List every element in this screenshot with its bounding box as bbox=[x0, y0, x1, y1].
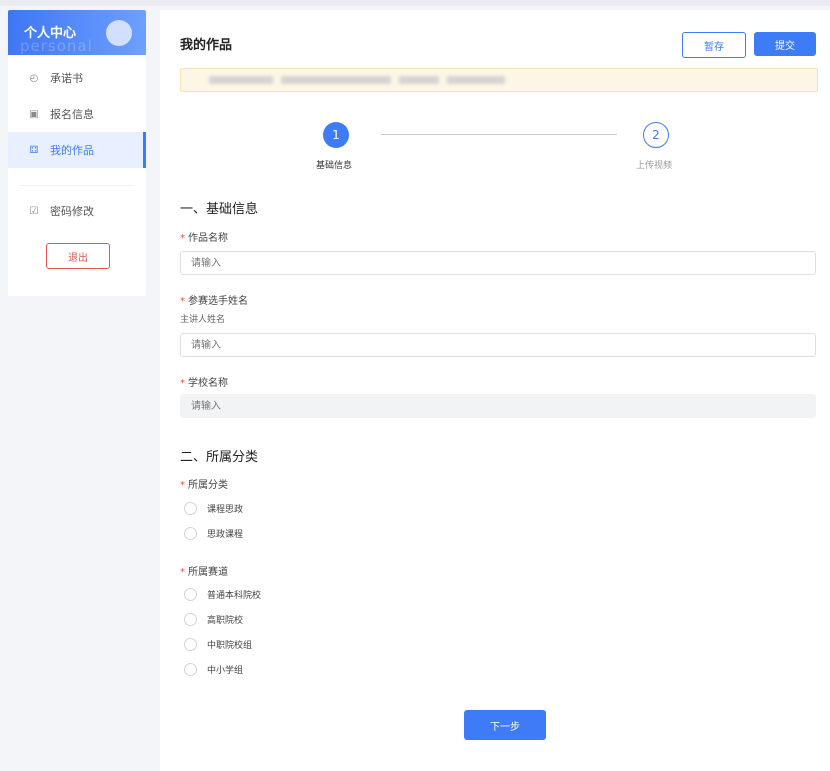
radio-label: 课程思政 bbox=[207, 505, 244, 515]
work-name-label: * 作品名称 bbox=[180, 229, 228, 244]
step-2-indicator: 2 bbox=[643, 122, 669, 148]
work-name-input[interactable] bbox=[180, 251, 816, 275]
section-category-title: 二、所属分类 bbox=[180, 450, 259, 465]
radio-label: 中职院校组 bbox=[207, 641, 253, 651]
required-mark: * bbox=[180, 378, 185, 389]
contestant-name-input[interactable] bbox=[180, 333, 816, 357]
registration-icon: ▣ bbox=[29, 108, 39, 120]
track-label-text: 所属赛道 bbox=[188, 567, 228, 578]
radio-button[interactable] bbox=[184, 502, 197, 515]
sidebar-item-label: 密码修改 bbox=[50, 205, 94, 218]
sidebar-item-password[interactable]: ☑ 密码修改 bbox=[8, 193, 146, 229]
required-mark: * bbox=[180, 567, 185, 578]
password-icon: ☑ bbox=[29, 205, 39, 217]
sidebar-item-my-works[interactable]: ⚃ 我的作品 bbox=[8, 132, 146, 168]
radio-button[interactable] bbox=[184, 663, 197, 676]
required-mark: * bbox=[180, 480, 185, 491]
section-basic-info-title: 一、基础信息 bbox=[180, 202, 259, 217]
radio-label: 中小学组 bbox=[207, 666, 244, 676]
step-connector bbox=[381, 134, 617, 135]
notice-banner bbox=[180, 68, 818, 92]
main-panel: 我的作品 暂存 提交 1 2 基础信息 上传视频 一、基础信息 *作品名称 *参… bbox=[160, 10, 830, 771]
sidebar-header-watermark: personal bbox=[20, 37, 93, 55]
work-name-label-text: 作品名称 bbox=[188, 233, 228, 244]
logout-button[interactable]: 退出 bbox=[46, 243, 110, 269]
track-option[interactable]: 高职院校 bbox=[184, 613, 243, 626]
category-label-text: 所属分类 bbox=[188, 480, 228, 491]
track-label: * 所属赛道 bbox=[180, 563, 228, 578]
school-name-label-text: 学校名称 bbox=[188, 378, 228, 389]
sidebar-item-label: 报名信息 bbox=[50, 108, 94, 121]
radio-button[interactable] bbox=[184, 588, 197, 601]
school-name-input bbox=[180, 394, 816, 418]
sidebar-item-label: 承诺书 bbox=[50, 72, 83, 85]
step-2-label: 上传视频 bbox=[636, 161, 673, 171]
radio-label: 思政课程 bbox=[207, 530, 244, 540]
sidebar: 个人中心 personal ◴ 承诺书 ▣ 报名信息 ⚃ 我的作品 ☑ 密码修改… bbox=[8, 10, 146, 296]
page-title: 我的作品 bbox=[180, 38, 233, 53]
redacted-text bbox=[399, 76, 439, 84]
radio-button[interactable] bbox=[184, 638, 197, 651]
track-option[interactable]: 中小学组 bbox=[184, 663, 243, 676]
avatar[interactable] bbox=[106, 20, 132, 46]
required-mark: * bbox=[180, 233, 185, 244]
track-option[interactable]: 中职院校组 bbox=[184, 638, 252, 651]
redacted-text bbox=[209, 76, 273, 84]
submit-button[interactable]: 提交 bbox=[754, 32, 816, 56]
works-icon: ⚃ bbox=[29, 144, 39, 156]
redacted-text bbox=[281, 76, 391, 84]
save-draft-button[interactable]: 暂存 bbox=[682, 32, 746, 58]
required-mark: * bbox=[180, 296, 185, 307]
category-option[interactable]: 思政课程 bbox=[184, 527, 243, 540]
top-divider bbox=[0, 0, 830, 6]
contestant-name-label-text: 参赛选手姓名 bbox=[188, 296, 248, 307]
track-option[interactable]: 普通本科院校 bbox=[184, 588, 261, 601]
sidebar-header: 个人中心 personal bbox=[8, 10, 146, 55]
school-name-label: * 学校名称 bbox=[180, 374, 228, 389]
sidebar-item-registration[interactable]: ▣ 报名信息 bbox=[8, 96, 146, 132]
commitment-icon: ◴ bbox=[29, 72, 39, 84]
radio-button[interactable] bbox=[184, 527, 197, 540]
step-1-indicator: 1 bbox=[323, 122, 349, 148]
next-step-button[interactable]: 下一步 bbox=[464, 710, 546, 740]
category-option[interactable]: 课程思政 bbox=[184, 502, 243, 515]
radio-button[interactable] bbox=[184, 613, 197, 626]
radio-label: 高职院校 bbox=[207, 616, 244, 626]
contestant-sublabel: 主讲人姓名 bbox=[180, 315, 226, 325]
radio-label: 普通本科院校 bbox=[207, 591, 262, 601]
sidebar-item-label: 我的作品 bbox=[50, 144, 94, 157]
sidebar-item-commitment[interactable]: ◴ 承诺书 bbox=[8, 60, 146, 96]
redacted-text bbox=[447, 76, 505, 84]
category-label: * 所属分类 bbox=[180, 476, 228, 491]
step-1-label: 基础信息 bbox=[316, 161, 353, 171]
contestant-name-label: * 参赛选手姓名 bbox=[180, 292, 248, 307]
sidebar-divider bbox=[20, 185, 134, 186]
